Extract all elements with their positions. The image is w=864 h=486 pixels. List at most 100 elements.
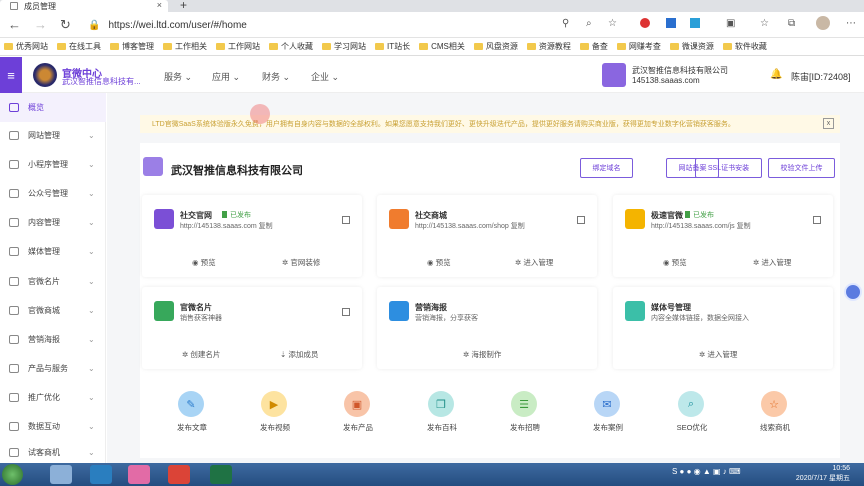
bookmark-item[interactable]: IT站长 (375, 41, 410, 52)
bookmark-item[interactable]: 优秀网站 (4, 41, 48, 52)
qrcode-icon[interactable] (342, 308, 350, 316)
card-url[interactable]: http://145138.saaas.com/shop 复制 (415, 221, 525, 231)
menu-finance[interactable]: 财务 ⌄ (262, 70, 290, 83)
preview-link[interactable]: ◉ 预览 (663, 257, 687, 268)
adblock-icon[interactable] (640, 18, 650, 28)
more-menu-icon[interactable]: ⋯ (846, 18, 856, 29)
bookmark-item[interactable]: 工作相关 (163, 41, 207, 52)
publish-video-button[interactable]: ▶ 发布视频 (245, 391, 305, 439)
social-site-icon (154, 209, 174, 229)
qrcode-icon[interactable] (342, 216, 350, 224)
translate-icon[interactable]: ⚲ (562, 18, 569, 29)
make-poster-link[interactable]: ✲ 海报制作 (463, 349, 501, 360)
seo-button[interactable]: ⌕ SEO优化 (662, 391, 722, 439)
close-tab-icon[interactable]: × (157, 0, 162, 10)
reading-list-icon[interactable]: ☆ (760, 18, 769, 29)
publish-job-button[interactable]: ☰ 发布招聘 (495, 391, 555, 439)
bookmark-item[interactable]: 备查 (579, 41, 608, 52)
sidebar-item-content[interactable]: 内容管理 ⌄ (0, 208, 106, 237)
extension-icon[interactable]: ▣ (726, 18, 735, 29)
sidebar-item-website[interactable]: 网站管理 ⌄ (0, 121, 106, 150)
excel-icon[interactable] (210, 465, 232, 484)
explorer-icon[interactable] (50, 465, 72, 484)
bookmark-item[interactable]: 工作网站 (216, 41, 260, 52)
profile-avatar[interactable] (816, 16, 830, 30)
bookmark-item[interactable]: 在线工具 (57, 41, 101, 52)
sidebar-item-poster[interactable]: 营销海报 ⌄ (0, 325, 106, 354)
manage-link[interactable]: ✲ 进入管理 (515, 257, 553, 268)
collections-icon[interactable]: ⧉ (788, 18, 795, 29)
menu-enterprise[interactable]: 企业 ⌄ (311, 70, 339, 83)
chrome-icon[interactable] (168, 465, 190, 484)
bookmark-item[interactable]: CMS相关 (419, 41, 465, 52)
bookmark-item[interactable]: 资源教程 (526, 41, 571, 52)
publish-product-button[interactable]: ▣ 发布产品 (328, 391, 388, 439)
bookmark-item[interactable]: 风盘资源 (473, 41, 518, 52)
sidebar-item-official-account[interactable]: 公众号管理 ⌄ (0, 179, 106, 208)
app-icon[interactable] (128, 465, 150, 484)
card-url[interactable]: http://145138.saaas.com/js 复制 (651, 221, 751, 231)
bind-domain-button[interactable]: 绑定域名 (580, 158, 633, 178)
bookmark-item[interactable]: 学习网站 (322, 41, 366, 52)
sidebar-item-overview[interactable]: 概览 (0, 93, 106, 122)
extension-w-icon[interactable] (690, 18, 700, 28)
zoom-icon[interactable]: ⌕ (586, 18, 592, 29)
bookmark-item[interactable]: 个人收藏 (269, 41, 313, 52)
new-tab-icon[interactable]: + (180, 0, 187, 12)
notice-close-button[interactable]: x (823, 118, 834, 129)
bookmark-item[interactable]: 网赚考查 (616, 41, 661, 52)
brand-subtitle: 武汉智推信息科技有... (62, 77, 141, 86)
url-field[interactable]: 🔒 https://wei.ltd.com/user/#/home (88, 16, 548, 34)
preview-link[interactable]: ◉ 预览 (192, 257, 216, 268)
products-icon (9, 364, 19, 373)
ie-icon[interactable] (90, 465, 112, 484)
publish-case-button[interactable]: ✉ 发布案例 (578, 391, 638, 439)
card-social-site: 社交官网 已发布 http://145138.saaas.com 复制 ◉ 预览… (142, 195, 362, 277)
publish-article-button[interactable]: ✎ 发布文章 (162, 391, 222, 439)
menu-services[interactable]: 服务 ⌄ (164, 70, 192, 83)
back-icon[interactable]: ← (8, 17, 21, 32)
create-card-link[interactable]: ✲ 创建名片 (182, 349, 220, 360)
preview-link[interactable]: ◉ 预览 (427, 257, 451, 268)
bookmark-item[interactable]: 软件收藏 (722, 41, 767, 52)
ssl-install-button[interactable]: SSL证书安装 (695, 158, 762, 178)
sidebar-item-promotion[interactable]: 推广优化 ⌄ (0, 383, 106, 412)
company-name[interactable]: 武汉智推信息科技有限公司 (632, 65, 728, 76)
menu-toggle-icon[interactable]: ≡ (0, 57, 22, 93)
sidebar-item-mall[interactable]: 官微商城 ⌄ (0, 296, 106, 325)
menu-apps[interactable]: 应用 ⌄ (212, 70, 240, 83)
support-bot-icon[interactable] (844, 283, 862, 301)
browser-tab[interactable]: 成员管理 × (0, 0, 168, 12)
user-account[interactable]: 陈宙[ID:72408] (791, 70, 851, 83)
miniprogram-icon (9, 160, 19, 169)
sidebar-item-media[interactable]: 媒体管理 ⌄ (0, 237, 106, 266)
taskbar-clock[interactable]: 10:56 2020/7/17 星期五 (790, 464, 850, 484)
sidebar-item-leads[interactable]: 试客商机 ⌄ (0, 441, 106, 463)
card-desc: 销售获客神器 (180, 315, 222, 322)
card-url[interactable]: http://145138.saaas.com 复制 (180, 221, 273, 231)
qrcode-icon[interactable] (813, 216, 821, 224)
publish-wiki-button[interactable]: ❒ 发布百科 (412, 391, 472, 439)
extension-p-icon[interactable] (666, 18, 676, 28)
star-icon[interactable]: ☆ (608, 18, 617, 29)
reload-icon[interactable]: ↻ (60, 17, 71, 33)
sidebar-item-products[interactable]: 产品与服务 ⌄ (0, 354, 106, 383)
add-member-link[interactable]: ⇣ 添加成员 (280, 349, 318, 360)
manage-link[interactable]: ✲ 进入管理 (753, 257, 791, 268)
start-button[interactable] (2, 464, 23, 485)
media-account-icon (625, 301, 645, 321)
sidebar-item-miniprogram[interactable]: 小程序管理 ⌄ (0, 150, 106, 179)
upload-verify-file-button[interactable]: 校验文件上传 (768, 158, 835, 178)
sidebar-item-data[interactable]: 数据互动 ⌄ (0, 412, 106, 441)
bell-icon[interactable]: 🔔 (770, 69, 782, 80)
manage-link[interactable]: ✲ 进入管理 (699, 349, 737, 360)
sidebar-item-card[interactable]: 官微名片 ⌄ (0, 267, 106, 296)
bookmark-item[interactable]: 微课资源 (669, 41, 714, 52)
qrcode-icon[interactable] (577, 216, 585, 224)
leads-icon (9, 447, 19, 457)
forward-icon[interactable]: → (34, 17, 47, 32)
decorate-link[interactable]: ✲ 官网装修 (282, 257, 320, 268)
leads-button[interactable]: ☆ 线索商机 (745, 391, 805, 439)
system-tray-icons[interactable]: S ● ● ◉ ▲ ▣ ♪ ⌨ (672, 467, 741, 476)
bookmark-item[interactable]: 博客管理 (110, 41, 154, 52)
